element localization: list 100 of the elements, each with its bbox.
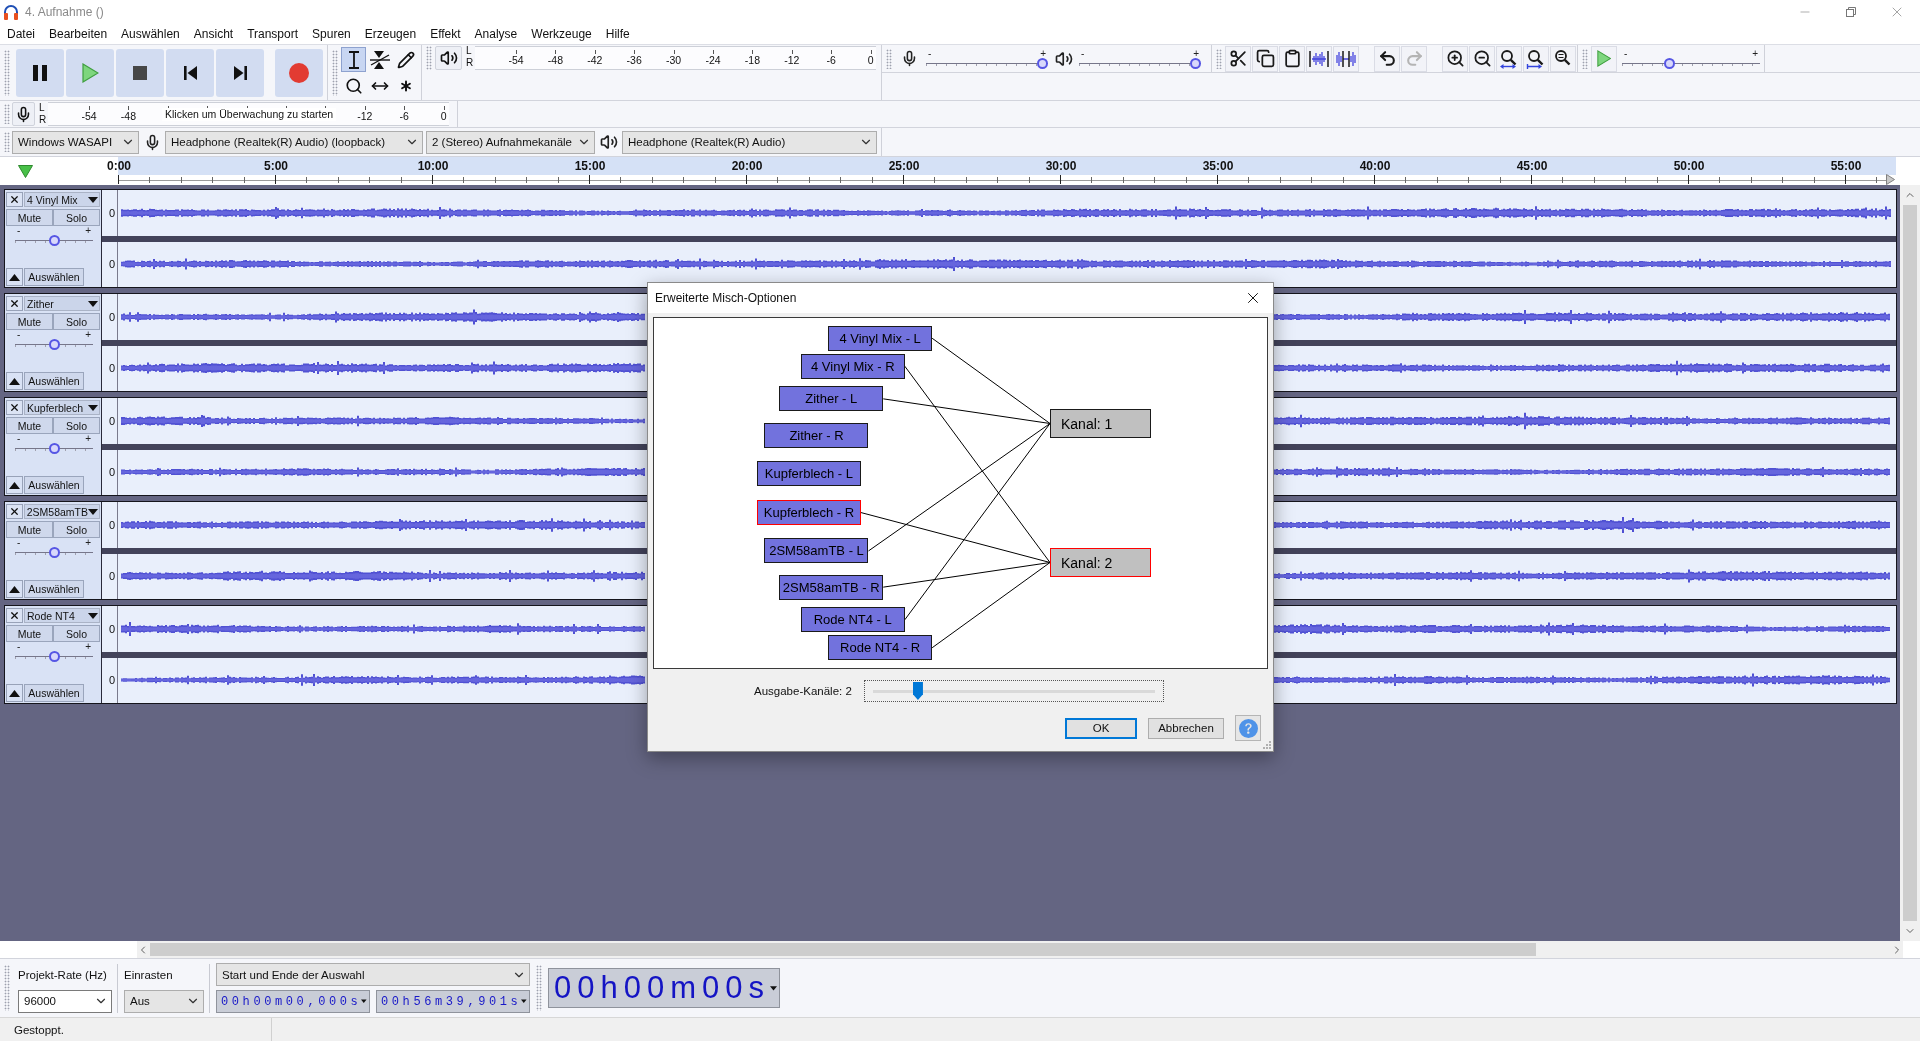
zoom-toggle-button[interactable] xyxy=(1550,45,1576,72)
input-channel-node[interactable]: 2SM58amTB - R xyxy=(779,574,884,600)
slider-thumb[interactable] xyxy=(48,547,60,558)
selection-start-field[interactable]: 00h00m00,000s xyxy=(216,990,370,1013)
horizontal-scrollbar[interactable] xyxy=(137,941,1903,958)
select-button[interactable]: Auswählen xyxy=(24,268,84,286)
scrollbar-thumb[interactable] xyxy=(150,943,1536,956)
slider-thumb[interactable] xyxy=(1190,57,1201,69)
ok-button[interactable]: OK xyxy=(1065,717,1137,739)
collapse-button[interactable] xyxy=(6,684,23,702)
collapse-button[interactable] xyxy=(6,372,23,390)
speaker-button[interactable] xyxy=(435,46,462,70)
triangle-icon[interactable] xyxy=(18,164,33,178)
silence-button[interactable] xyxy=(1333,45,1359,72)
recording-device-dropdown[interactable]: Headphone (Realtek(R) Audio) (loopback) xyxy=(165,130,423,154)
slider-thumb[interactable] xyxy=(1037,57,1048,69)
skip-to-start-button[interactable] xyxy=(166,48,214,97)
track-menu-button[interactable]: Rode NT4 xyxy=(24,608,100,623)
select-button[interactable]: Auswählen xyxy=(24,684,84,702)
input-channel-node[interactable]: Rode NT4 - L xyxy=(800,607,905,633)
fit-selection-button[interactable] xyxy=(1496,45,1522,72)
select-button[interactable]: Auswählen xyxy=(24,476,84,494)
solo-button[interactable]: Solo xyxy=(53,521,100,538)
playback-device-dropdown[interactable]: Headphone (Realtek(R) Audio) xyxy=(622,130,877,154)
menu-item[interactable]: Spuren xyxy=(305,25,358,43)
selection-end-field[interactable]: 00h56m39,901s xyxy=(376,990,530,1013)
select-tool-button[interactable] xyxy=(341,47,366,72)
collapse-button[interactable] xyxy=(6,580,23,598)
input-channel-node[interactable]: Kupferblech - R xyxy=(756,500,861,526)
slider-track[interactable] xyxy=(863,680,1164,702)
grip-handle[interactable] xyxy=(4,132,10,152)
selection-mode-dropdown[interactable]: Start und Ende der Auswahl xyxy=(216,963,530,986)
input-channel-node[interactable]: 2SM58amTB - L xyxy=(764,538,869,564)
grip-handle[interactable] xyxy=(426,46,432,70)
cancel-button[interactable]: Abbrechen xyxy=(1148,717,1224,739)
select-button[interactable]: Auswählen xyxy=(24,580,84,598)
track-menu-button[interactable]: 2SM58amTB xyxy=(23,504,100,519)
microphone-button[interactable] xyxy=(12,102,35,126)
solo-button[interactable]: Solo xyxy=(53,417,100,434)
track-menu-button[interactable]: Zither xyxy=(24,296,100,311)
menu-item[interactable]: Ansicht xyxy=(186,25,241,43)
collapse-button[interactable] xyxy=(6,476,23,494)
input-channel-node[interactable]: Zither - L xyxy=(779,386,884,412)
zoom-out-button[interactable] xyxy=(1469,45,1495,72)
track-menu-button[interactable]: 4 Vinyl Mix xyxy=(24,192,100,207)
grip-handle[interactable] xyxy=(886,48,892,69)
input-channel-node[interactable]: 4 Vinyl Mix - R xyxy=(800,353,905,379)
paste-button[interactable] xyxy=(1279,45,1305,72)
snap-dropdown[interactable]: Aus xyxy=(124,989,204,1013)
host-dropdown[interactable]: Windows WASAPI xyxy=(12,130,139,154)
output-channel-node[interactable]: Kanal: 1 xyxy=(1050,409,1151,438)
menu-item[interactable]: Erzeugen xyxy=(357,25,424,43)
output-channel-node[interactable]: Kanal: 2 xyxy=(1050,548,1151,577)
grip-handle[interactable] xyxy=(332,49,338,96)
play-at-speed-button[interactable] xyxy=(1591,45,1617,72)
select-button[interactable]: Auswählen xyxy=(24,372,84,390)
input-channel-node[interactable]: Zither - R xyxy=(764,422,869,448)
menu-item[interactable]: Transport xyxy=(240,25,306,43)
slider-thumb[interactable] xyxy=(48,443,60,454)
menu-item[interactable]: Werkzeuge xyxy=(524,25,599,43)
grip-handle[interactable] xyxy=(536,965,542,1011)
zoom-in-button[interactable] xyxy=(1442,45,1468,72)
solo-button[interactable]: Solo xyxy=(53,625,100,642)
mute-button[interactable]: Mute xyxy=(6,313,53,330)
fit-project-button[interactable] xyxy=(1523,45,1549,72)
undo-button[interactable] xyxy=(1374,45,1400,72)
input-channel-node[interactable]: Rode NT4 - R xyxy=(828,635,933,661)
grip-handle[interactable] xyxy=(4,49,10,96)
menu-item[interactable]: Hilfe xyxy=(598,25,637,43)
vertical-scrollbar[interactable] xyxy=(1900,185,1920,941)
menu-item[interactable]: Effekt xyxy=(423,25,468,43)
slider-thumb[interactable] xyxy=(912,682,923,700)
mute-button[interactable]: Mute xyxy=(6,209,53,226)
trim-button[interactable] xyxy=(1306,45,1332,72)
menu-item[interactable]: Datei xyxy=(0,25,42,43)
recording-channels-dropdown[interactable]: 2 (Stereo) Aufnahmekanäle xyxy=(426,130,595,154)
help-button[interactable] xyxy=(1235,715,1261,741)
scrollbar-thumb[interactable] xyxy=(1903,205,1917,921)
grip-handle[interactable] xyxy=(4,104,10,124)
input-channel-node[interactable]: 4 Vinyl Mix - L xyxy=(828,325,933,351)
menu-item[interactable]: Bearbeiten xyxy=(42,25,115,43)
slider-thumb[interactable] xyxy=(48,235,60,246)
solo-button[interactable]: Solo xyxy=(53,209,100,226)
menu-item[interactable]: Auswählen xyxy=(114,25,187,43)
project-rate-combo[interactable]: 96000 xyxy=(18,989,112,1013)
grip-handle[interactable] xyxy=(1582,48,1588,69)
mute-button[interactable]: Mute xyxy=(6,625,53,642)
menu-item[interactable]: Analyse xyxy=(467,25,525,43)
grip-handle[interactable] xyxy=(1216,48,1222,69)
solo-button[interactable]: Solo xyxy=(53,313,100,330)
grip-handle[interactable] xyxy=(4,965,10,1011)
stop-button[interactable] xyxy=(116,48,164,97)
collapse-button[interactable] xyxy=(6,268,23,286)
copy-button[interactable] xyxy=(1252,45,1278,72)
slider-thumb[interactable] xyxy=(1663,57,1675,69)
input-channel-node[interactable]: Kupferblech - L xyxy=(756,460,861,486)
pause-button[interactable] xyxy=(16,48,64,97)
slider-thumb[interactable] xyxy=(48,651,60,662)
record-button[interactable] xyxy=(275,48,323,97)
cut-button[interactable] xyxy=(1225,45,1251,72)
